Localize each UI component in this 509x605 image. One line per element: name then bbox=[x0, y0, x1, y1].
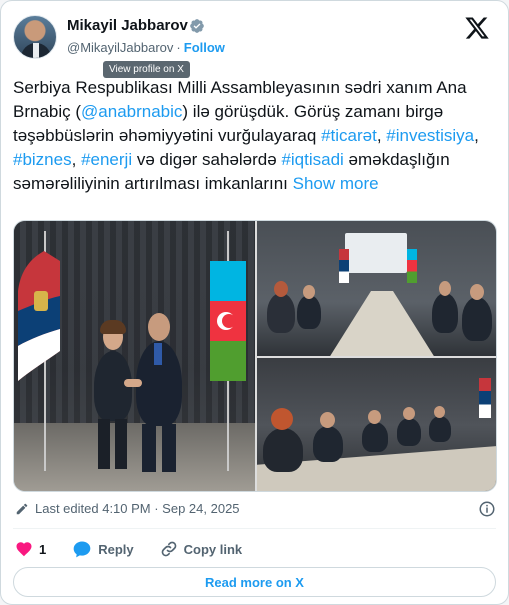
photo-handshake[interactable] bbox=[14, 221, 255, 491]
person-leg bbox=[115, 419, 127, 469]
follow-button[interactable]: Follow bbox=[184, 40, 225, 55]
person-tie bbox=[154, 343, 162, 365]
read-more-button[interactable]: Read more on X bbox=[13, 567, 496, 597]
handshake bbox=[124, 379, 142, 387]
handle-separator: · bbox=[176, 40, 181, 55]
person-head bbox=[148, 313, 170, 341]
author-avatar[interactable] bbox=[13, 15, 57, 59]
person bbox=[432, 293, 458, 333]
like-count: 1 bbox=[39, 541, 47, 557]
hashtag-link[interactable]: #investisiya bbox=[386, 126, 474, 145]
tweet-card: Mikayil Jabbarov @MikayilJabbarov · Follow… bbox=[0, 0, 509, 605]
flag-serbia-icon bbox=[339, 249, 349, 283]
reply-label: Reply bbox=[98, 541, 134, 557]
person-leg bbox=[162, 424, 176, 472]
tweet-text: Serbiya Respublikası Milli Assambleyasın… bbox=[13, 76, 495, 196]
like-button[interactable]: 1 bbox=[15, 540, 46, 558]
tweet-text-part: , bbox=[71, 150, 82, 169]
copy-link-button[interactable]: Copy link bbox=[160, 540, 243, 558]
heart-icon bbox=[16, 542, 32, 557]
hashtag-link[interactable]: #enerji bbox=[81, 150, 132, 169]
photo-grid bbox=[13, 220, 497, 492]
mention-link[interactable]: @anabrnabic bbox=[81, 102, 182, 121]
flag-azerbaijan-icon bbox=[407, 249, 417, 283]
person bbox=[297, 295, 321, 329]
author-name[interactable]: Mikayil Jabbarov bbox=[67, 17, 188, 34]
person bbox=[362, 422, 388, 452]
flag-azerbaijan-icon bbox=[210, 261, 246, 381]
person-head bbox=[470, 284, 484, 300]
person bbox=[267, 293, 295, 333]
person-head bbox=[271, 408, 293, 430]
flag-serbia-icon bbox=[18, 251, 60, 381]
presentation-screen bbox=[345, 233, 407, 273]
person-leg bbox=[98, 419, 110, 469]
person-head bbox=[274, 281, 288, 297]
copy-link-label: Copy link bbox=[183, 541, 243, 557]
person bbox=[429, 416, 451, 442]
hashtag-link[interactable]: #biznes bbox=[13, 150, 72, 169]
person bbox=[462, 297, 492, 341]
person bbox=[313, 426, 343, 462]
author-handle[interactable]: @MikayilJabbarov bbox=[67, 40, 173, 55]
person-head bbox=[303, 285, 315, 299]
view-profile-tooltip: View profile on X bbox=[103, 61, 190, 78]
person bbox=[263, 428, 303, 472]
link-icon bbox=[161, 541, 176, 557]
last-edited-row: Last edited 4:10 PM · Sep 24, 2025 bbox=[15, 501, 240, 516]
flag-serbia-icon bbox=[479, 378, 491, 418]
person-head bbox=[403, 407, 415, 420]
tweet-text-part: və digər sahələrdə bbox=[132, 150, 282, 169]
photo-meeting-1[interactable] bbox=[257, 221, 496, 356]
info-icon[interactable] bbox=[478, 500, 496, 518]
last-edited-label[interactable]: Last edited 4:10 PM · Sep 24, 2025 bbox=[35, 501, 240, 516]
show-more-link[interactable]: Show more bbox=[293, 174, 379, 193]
person bbox=[397, 418, 421, 446]
tweet-text-part: , bbox=[376, 126, 387, 145]
author-handle-row: @MikayilJabbarov · Follow bbox=[67, 40, 225, 55]
reply-icon bbox=[73, 541, 91, 558]
person-leg bbox=[142, 424, 156, 472]
action-bar: 1 Reply Copy link bbox=[15, 538, 268, 560]
divider bbox=[13, 528, 496, 529]
photo-meeting-2[interactable] bbox=[257, 358, 496, 491]
meeting-table bbox=[327, 291, 437, 356]
x-logo-icon[interactable] bbox=[464, 15, 490, 41]
person-head bbox=[439, 281, 451, 296]
pencil-icon bbox=[16, 503, 28, 514]
hashtag-link[interactable]: #iqtisadi bbox=[281, 150, 343, 169]
person-head bbox=[368, 410, 381, 424]
reply-button[interactable]: Reply bbox=[72, 539, 134, 559]
tweet-header: Mikayil Jabbarov @MikayilJabbarov · Follow bbox=[13, 15, 496, 65]
photo-floor bbox=[14, 423, 255, 491]
person-head bbox=[320, 412, 335, 428]
hashtag-link[interactable]: #ticarət bbox=[321, 126, 377, 145]
person-head bbox=[434, 406, 445, 418]
person-hair bbox=[100, 320, 126, 334]
tweet-text-part: , bbox=[474, 126, 479, 145]
verified-badge-icon bbox=[190, 19, 204, 33]
read-more-label: Read more on X bbox=[205, 574, 304, 590]
